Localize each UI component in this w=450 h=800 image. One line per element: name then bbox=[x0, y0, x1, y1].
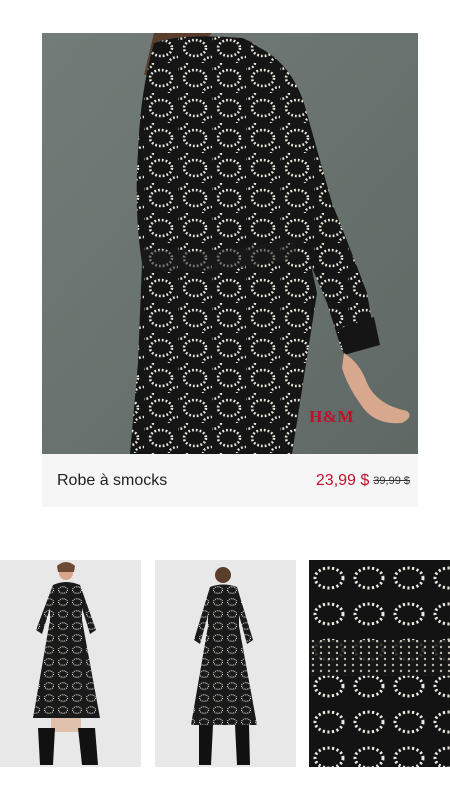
thumbnail-fabric-detail[interactable] bbox=[309, 560, 450, 767]
thumbnail-front-view[interactable] bbox=[0, 560, 141, 767]
price-original: 39,99 $ bbox=[373, 474, 410, 487]
thumbnail-back-view[interactable] bbox=[155, 560, 296, 767]
back-view-illustration bbox=[155, 560, 296, 767]
brand-logo: H&M bbox=[309, 407, 354, 426]
model-side-view-illustration bbox=[42, 33, 418, 454]
product-info-bar[interactable]: Robe à smocks 23,99 $ 39,99 $ bbox=[42, 454, 418, 507]
price-current: 23,99 $ bbox=[315, 471, 370, 489]
fabric-detail-illustration bbox=[309, 560, 450, 767]
product-name[interactable]: Robe à smocks bbox=[57, 472, 316, 490]
hero-product-image[interactable]: H&M bbox=[42, 33, 418, 454]
front-view-illustration bbox=[0, 560, 141, 767]
